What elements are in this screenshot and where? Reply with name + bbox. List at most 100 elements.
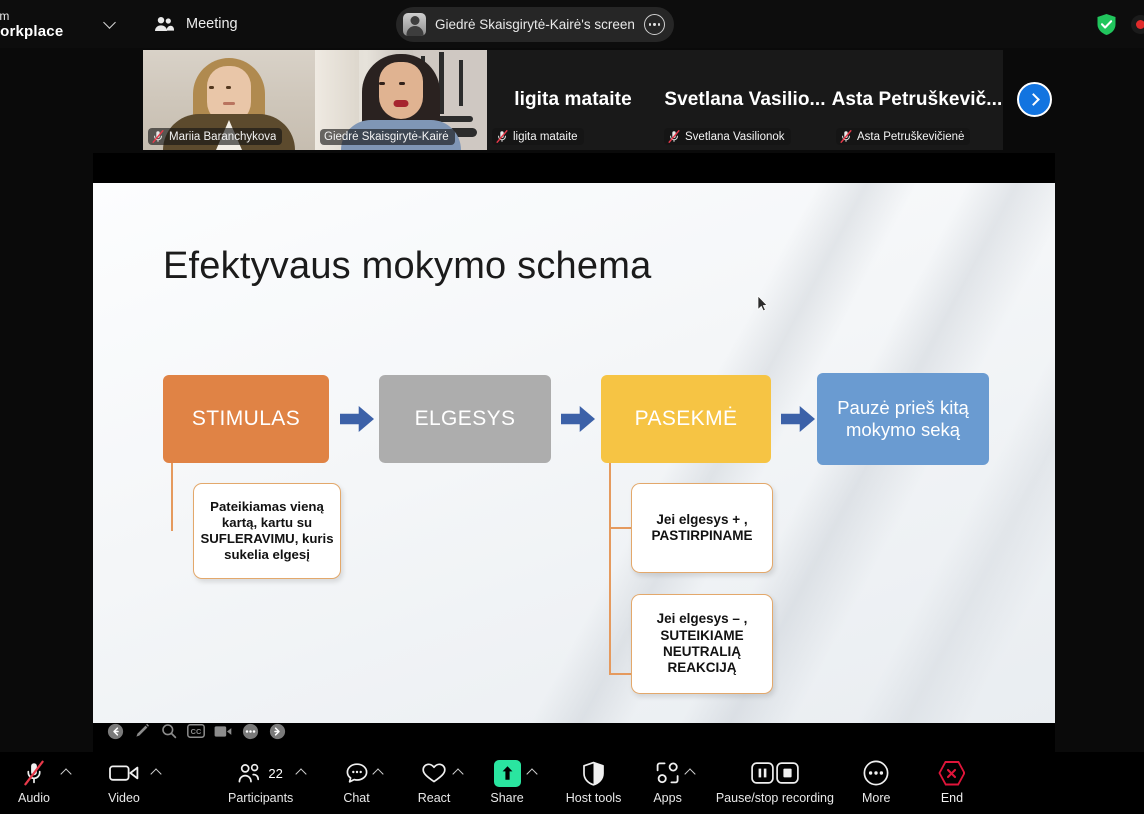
app-brand: oom Workplace — [0, 9, 82, 39]
participant-name-chip: Giedrė Skaisgirytė-Kairė — [320, 129, 455, 145]
annotate-pen-icon[interactable] — [133, 722, 151, 740]
pause-stop-recording-icon — [751, 760, 799, 786]
svg-text:CC: CC — [191, 727, 202, 736]
encryption-shield-check-icon[interactable] — [1096, 13, 1117, 36]
chat-options-button[interactable] — [372, 752, 384, 780]
participant-name-chip: Asta Petruškevičienė — [836, 128, 971, 145]
participants-options-button[interactable] — [295, 752, 307, 780]
chat-button[interactable]: Chat — [343, 752, 370, 805]
stop-icon — [776, 762, 799, 784]
participant-tile[interactable]: Svetlana Vasilio... Svetlana Vasilionok — [659, 50, 831, 150]
chevron-right-icon — [1026, 93, 1040, 106]
brand-dropdown-button[interactable] — [92, 7, 126, 41]
audio-options-button[interactable] — [60, 752, 72, 780]
chevron-up-icon — [452, 768, 465, 780]
participants-button[interactable]: 22 Participants — [228, 752, 293, 805]
recording-indicator-icon[interactable] — [1131, 14, 1144, 34]
host-tools-button[interactable]: Host tools — [565, 752, 622, 805]
participant-filmstrip: Mariia Baranchykova Giedrė Skaisgirytė-K… — [143, 50, 1003, 150]
shared-screen-stage: Efektyvaus mokymo schema STIMULAS ELGESY… — [93, 153, 1055, 753]
participant-name-chip: Svetlana Vasilionok — [664, 128, 791, 145]
participant-name: Mariia Baranchykova — [169, 130, 277, 143]
next-slide-icon[interactable] — [268, 722, 286, 740]
tab-meeting[interactable]: Meeting — [142, 10, 250, 39]
video-icon[interactable] — [214, 722, 232, 740]
zoom-meeting-window: oom Workplace Meeting Giedrė Skaisgirytė… — [0, 0, 1144, 814]
share-more-options-icon[interactable] — [643, 14, 665, 35]
participant-name: Giedrė Skaisgirytė-Kairė — [324, 131, 449, 143]
end-meeting-button[interactable]: End — [938, 752, 966, 805]
title-bar: oom Workplace Meeting Giedrė Skaisgirytė… — [0, 0, 1144, 48]
callout-negative-behavior[interactable]: Jei elgesys – , SUTEIKIAME NEUTRALIĄ REA… — [631, 594, 773, 694]
more-options-icon[interactable] — [241, 722, 259, 740]
apps-button[interactable]: Apps — [653, 752, 682, 805]
video-button[interactable]: Video — [100, 752, 148, 805]
chevron-up-icon — [526, 768, 538, 780]
flow-box-stimulas[interactable]: STIMULAS — [163, 375, 329, 463]
recording-label: Pause/stop recording — [715, 791, 834, 805]
chevron-up-icon — [60, 768, 72, 780]
mic-muted-icon — [668, 130, 680, 143]
presentation-slide[interactable]: Efektyvaus mokymo schema STIMULAS ELGESY… — [93, 183, 1055, 723]
chevron-up-icon — [295, 768, 307, 780]
screen-share-notice[interactable]: Giedrė Skaisgirytė-Kairė's screen — [396, 7, 674, 42]
audio-button[interactable]: Audio — [10, 752, 58, 805]
mouse-cursor-icon — [757, 295, 768, 312]
video-label: Video — [108, 791, 140, 805]
react-options-button[interactable] — [452, 752, 465, 780]
filmstrip-next-page-button[interactable] — [1017, 82, 1052, 117]
participant-name-chip: Mariia Baranchykova — [148, 128, 283, 145]
callout-stimulas[interactable]: Pateikiamas vieną kartą, kartu su SUFLER… — [193, 483, 341, 579]
chat-bubble-icon — [345, 760, 369, 786]
chevron-up-icon — [150, 768, 162, 780]
previous-slide-icon[interactable] — [106, 722, 124, 740]
participant-tile-active-speaker[interactable]: Giedrė Skaisgirytė-Kairė — [315, 50, 487, 150]
closed-caption-icon[interactable]: CC — [187, 722, 205, 740]
participants-icon: 22 — [238, 760, 283, 786]
meeting-controls-toolbar: Audio Video 22 Participants Chat React S… — [0, 752, 1144, 814]
flow-box-pasekme[interactable]: PASEKMĖ — [601, 375, 771, 463]
participant-name: Asta Petruškevičienė — [857, 130, 965, 143]
connector-pasekme-vertical — [609, 463, 611, 675]
participants-count: 22 — [268, 765, 283, 781]
brand-line-2: Workplace — [0, 23, 64, 40]
flow-arrow-3-icon — [781, 406, 815, 432]
apps-options-button[interactable] — [684, 752, 696, 780]
apps-icon — [655, 760, 681, 786]
people-icon — [155, 16, 174, 31]
mic-muted-icon — [496, 130, 508, 143]
end-call-icon — [938, 760, 966, 786]
mic-muted-icon — [23, 760, 45, 786]
zoom-search-icon[interactable] — [160, 722, 178, 740]
participant-tile[interactable]: ligita mataite ligita mataite — [487, 50, 659, 150]
flow-arrow-2-icon — [561, 406, 595, 432]
video-options-button[interactable] — [150, 752, 162, 780]
share-options-button[interactable] — [526, 752, 538, 780]
callout-positive-behavior[interactable]: Jei elgesys + , PASTIRPINAME — [631, 483, 773, 573]
pause-stop-recording-button[interactable]: Pause/stop recording — [716, 752, 834, 805]
more-label: More — [861, 791, 891, 805]
participants-label: Participants — [228, 791, 294, 805]
more-ellipsis-icon — [863, 760, 889, 786]
participant-tile[interactable]: Asta Petruškevič... Asta Petruškevičienė — [831, 50, 1003, 150]
slide-control-toolbar: CC — [100, 719, 292, 743]
end-label: End — [940, 791, 964, 805]
pause-icon — [751, 762, 774, 784]
react-label: React — [417, 791, 451, 805]
share-icon — [493, 759, 521, 787]
flow-box-pauze[interactable]: Pauzė prieš kitą mokymo seką — [817, 373, 989, 465]
more-button[interactable]: More — [862, 752, 890, 805]
participant-tile[interactable]: Mariia Baranchykova — [143, 50, 315, 150]
mic-muted-icon — [152, 130, 164, 143]
chevron-up-icon — [684, 768, 696, 780]
flow-box-elgesys[interactable]: ELGESYS — [379, 375, 551, 463]
chevron-up-icon — [372, 768, 384, 780]
participant-name: ligita mataite — [513, 130, 578, 143]
host-tools-label: Host tools — [565, 791, 622, 805]
react-button[interactable]: React — [417, 752, 451, 805]
apps-label: Apps — [653, 791, 682, 805]
presenter-avatar — [403, 13, 426, 36]
mic-muted-icon — [840, 130, 852, 143]
flow-arrow-1-icon — [340, 406, 374, 432]
share-screen-button[interactable]: Share — [490, 752, 524, 805]
